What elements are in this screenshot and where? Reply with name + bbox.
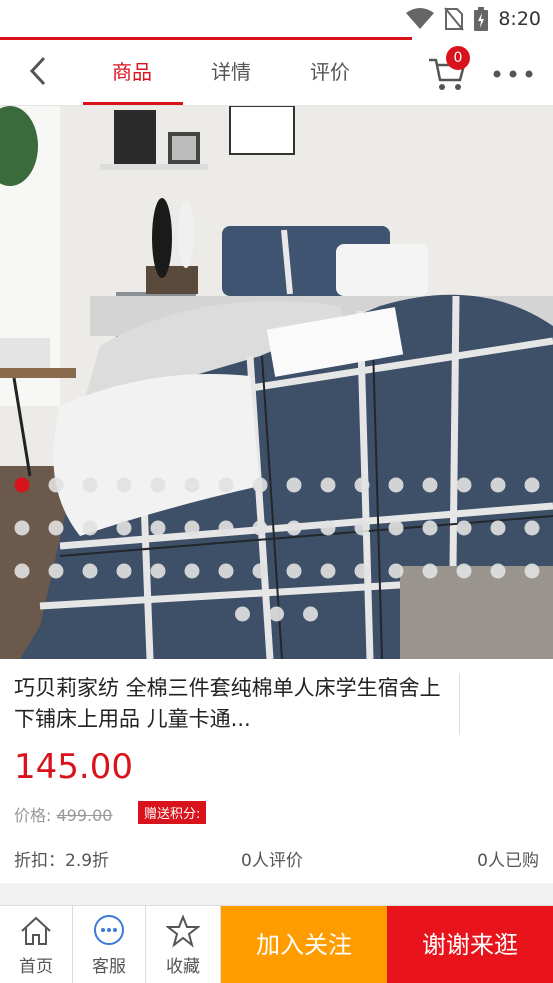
- customer-service-button[interactable]: 客服: [73, 906, 146, 983]
- original-price-label: 价格:: [14, 806, 52, 825]
- page-dot: [456, 563, 472, 579]
- page-dot: [252, 477, 268, 493]
- favorite-label: 收藏: [166, 957, 200, 977]
- page-dot: [48, 477, 64, 493]
- page-dot: [48, 520, 64, 536]
- page-dot: [82, 477, 98, 493]
- page-dot: [422, 520, 438, 536]
- title-divider: [459, 673, 460, 735]
- product-price: 145.00: [14, 747, 133, 787]
- product-title: 巧贝莉家纺 全棉三件套纯棉单人床学生宿舍上下铺床上用品 儿童卡通...: [14, 676, 441, 731]
- status-icons: 8:20: [406, 6, 541, 32]
- bottom-action-bar: 首页 客服 收藏 加入关注 谢谢来逛: [0, 905, 553, 983]
- page-dot: [524, 520, 540, 536]
- page-dot: [286, 563, 302, 579]
- page-dot: [303, 606, 318, 622]
- page-dot: [150, 520, 166, 536]
- page-dot: [354, 520, 370, 536]
- original-price-value: 499.00: [56, 806, 113, 825]
- review-count[interactable]: 0人评价: [241, 846, 303, 871]
- page-dot: [422, 477, 438, 493]
- battery-icon: [474, 7, 489, 31]
- no-sim-icon: [444, 7, 465, 31]
- tab-goods[interactable]: 商品: [112, 56, 152, 85]
- page-dot: [150, 477, 166, 493]
- shop-button-label: 谢谢来逛: [422, 931, 518, 959]
- page-dot: [422, 563, 438, 579]
- product-info: 巧贝莉家纺 全棉三件套纯棉单人床学生宿舍上下铺床上用品 儿童卡通... 145.…: [0, 659, 553, 883]
- page-dot: [456, 477, 472, 493]
- bonus-points-badge: 赠送积分:: [138, 801, 207, 824]
- page-dot: [184, 563, 200, 579]
- original-price: 价格: 499.00: [14, 802, 112, 826]
- page-dot: [48, 563, 64, 579]
- page-dot: [116, 520, 132, 536]
- favorite-button[interactable]: 收藏: [146, 906, 221, 983]
- page-dot: [388, 520, 404, 536]
- page-dot: [218, 563, 234, 579]
- page-dot: [82, 520, 98, 536]
- page-dot: [524, 563, 540, 579]
- page-dot: [252, 563, 268, 579]
- carousel-page-dots: [14, 477, 540, 622]
- home-button[interactable]: 首页: [0, 906, 73, 983]
- cart-count-badge: 0: [446, 46, 470, 70]
- page-dot: [150, 563, 166, 579]
- top-nav: 商品 详情 评价 0: [0, 40, 553, 106]
- page-dot: [286, 477, 302, 493]
- page-dot: [490, 520, 506, 536]
- page-dot: [490, 477, 506, 493]
- active-page-dot: [14, 477, 30, 493]
- page-dot: [235, 606, 250, 622]
- status-bar: 8:20: [0, 0, 553, 37]
- page-dot: [269, 606, 284, 622]
- page-dot: [320, 477, 336, 493]
- page-dot: [14, 563, 30, 579]
- page-dot: [354, 477, 370, 493]
- page-dot: [286, 520, 302, 536]
- product-image-carousel[interactable]: [0, 106, 553, 659]
- customer-service-label: 客服: [92, 957, 126, 977]
- back-arrow-icon[interactable]: [22, 54, 56, 88]
- page-dot: [388, 563, 404, 579]
- shop-button[interactable]: 谢谢来逛: [387, 906, 553, 983]
- sold-count: 0人已购: [477, 851, 539, 871]
- wifi-icon: [406, 8, 435, 29]
- page-dot: [184, 520, 200, 536]
- page-dot: [184, 477, 200, 493]
- page-dot: [320, 563, 336, 579]
- page-dot: [82, 563, 98, 579]
- more-options-icon[interactable]: [493, 70, 533, 78]
- active-tab-indicator: [83, 102, 183, 105]
- page-dot: [218, 477, 234, 493]
- page-dot: [218, 520, 234, 536]
- page-dot: [116, 563, 132, 579]
- tab-details[interactable]: 详情: [211, 56, 251, 85]
- product-screen: 8:20 商品 详情 评价 0 巧贝莉家纺 全棉三件套纯棉单人床学生宿舍上下铺床…: [0, 0, 553, 983]
- discount-text: 折扣：2.9折: [14, 851, 110, 871]
- page-dot: [388, 477, 404, 493]
- home-label: 首页: [19, 957, 53, 977]
- star-icon: [166, 914, 200, 948]
- section-gap: [0, 883, 553, 905]
- page-dot: [252, 520, 268, 536]
- page-dot: [14, 520, 30, 536]
- page-dot: [116, 477, 132, 493]
- chat-bubble-icon: [94, 915, 124, 945]
- page-dot: [524, 477, 540, 493]
- page-dot: [354, 563, 370, 579]
- page-dot: [490, 563, 506, 579]
- tab-reviews[interactable]: 评价: [310, 56, 350, 85]
- page-dot: [320, 520, 336, 536]
- clock-text: 8:20: [498, 8, 541, 30]
- home-icon: [21, 916, 51, 945]
- follow-button[interactable]: 加入关注: [221, 906, 387, 983]
- page-dot: [456, 520, 472, 536]
